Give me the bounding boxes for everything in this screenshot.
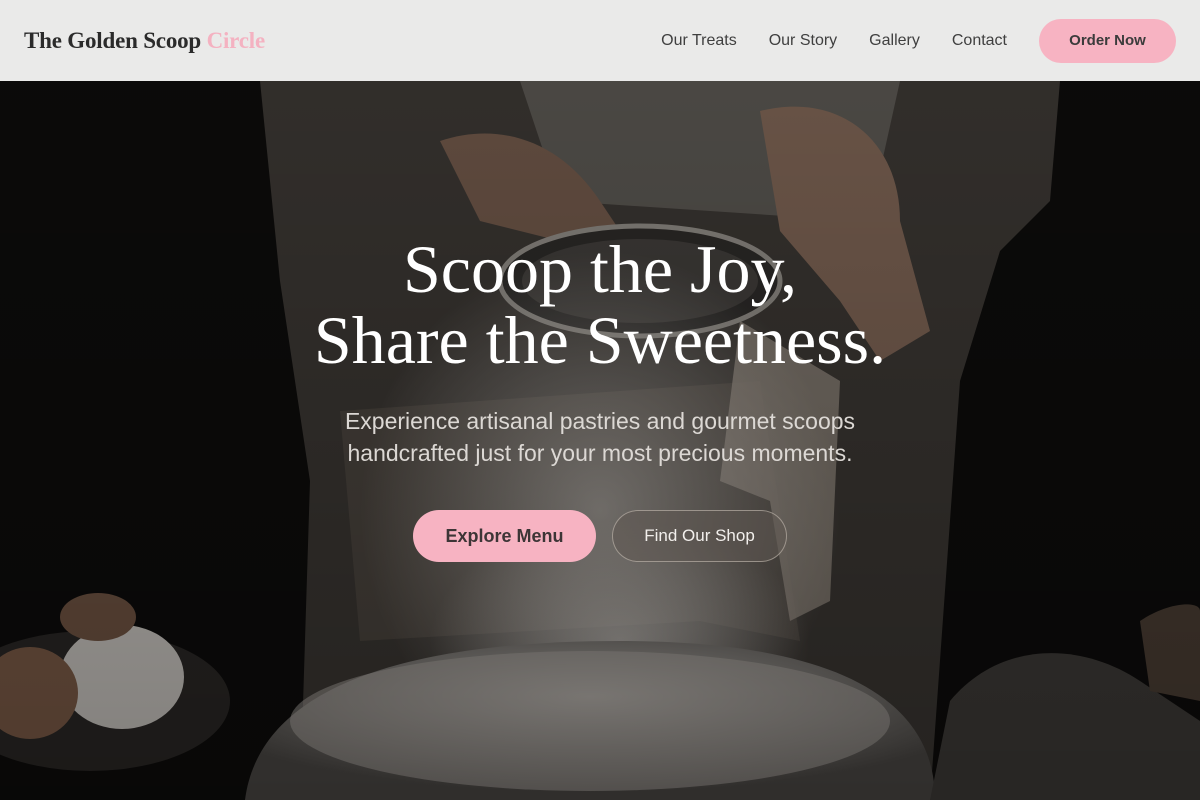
main-nav: Our Treats Our Story Gallery Contact Ord… xyxy=(661,18,1176,63)
order-now-button[interactable]: Order Now xyxy=(1039,18,1176,63)
find-our-shop-button[interactable]: Find Our Shop xyxy=(612,510,787,562)
site-logo[interactable]: The Golden Scoop Circle xyxy=(24,28,265,54)
hero-section: Scoop the Joy, Share the Sweetness. Expe… xyxy=(0,81,1200,800)
logo-accent-text: Circle xyxy=(206,27,266,53)
logo-text: The Golden Scoop xyxy=(24,27,202,53)
hero-subtitle-line-2: handcrafted just for your most precious … xyxy=(347,440,853,466)
site-header: The Golden Scoop Circle Our Treats Our S… xyxy=(0,0,1200,81)
nav-link-contact[interactable]: Contact xyxy=(952,32,1007,50)
nav-link-our-story[interactable]: Our Story xyxy=(769,32,837,50)
nav-link-gallery[interactable]: Gallery xyxy=(869,32,920,50)
explore-menu-button[interactable]: Explore Menu xyxy=(413,510,596,562)
hero-title-line-1: Scoop the Joy, xyxy=(402,231,798,307)
hero-subtitle: Experience artisanal pastries and gourme… xyxy=(0,405,1200,469)
hero-content: Scoop the Joy, Share the Sweetness. Expe… xyxy=(0,81,1200,800)
hero-title: Scoop the Joy, Share the Sweetness. xyxy=(0,234,1200,376)
hero-title-line-2: Share the Sweetness. xyxy=(313,302,887,378)
nav-link-our-treats[interactable]: Our Treats xyxy=(661,32,737,50)
hero-subtitle-line-1: Experience artisanal pastries and gourme… xyxy=(344,408,856,434)
